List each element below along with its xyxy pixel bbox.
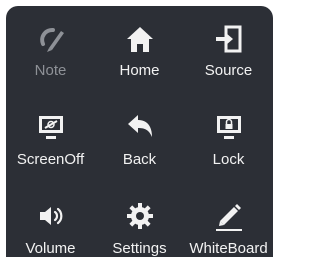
back-button[interactable]: Back — [95, 90, 184, 174]
source-label: Source — [204, 62, 253, 79]
source-icon — [212, 22, 246, 56]
lock-label: Lock — [212, 151, 245, 168]
pencil-icon — [212, 199, 246, 233]
volume-icon — [34, 199, 68, 233]
lock-button[interactable]: Lock — [184, 90, 273, 174]
home-button[interactable]: Home — [95, 6, 184, 90]
note-button[interactable]: Note — [6, 6, 95, 90]
pen-icon — [34, 22, 68, 56]
screen-off-button[interactable]: ScreenOff — [6, 90, 95, 174]
quick-menu-panel: Note Home Source ScreenOff Back Lock Vol… — [6, 6, 273, 257]
screen-off-icon — [34, 110, 68, 144]
volume-label: Volume — [25, 240, 76, 257]
home-icon — [123, 22, 157, 56]
back-label: Back — [122, 151, 157, 168]
source-button[interactable]: Source — [184, 6, 273, 90]
gear-icon — [123, 199, 157, 233]
back-arrow-icon — [123, 110, 157, 144]
note-label: Note — [34, 62, 67, 79]
settings-button[interactable]: Settings — [95, 174, 184, 257]
home-label: Home — [119, 62, 160, 79]
volume-button[interactable]: Volume — [6, 174, 95, 257]
whiteboard-button[interactable]: WhiteBoard — [184, 174, 273, 257]
whiteboard-label: WhiteBoard — [189, 240, 268, 257]
settings-label: Settings — [112, 240, 167, 257]
lock-icon — [212, 110, 246, 144]
screen-off-label: ScreenOff — [16, 151, 85, 168]
